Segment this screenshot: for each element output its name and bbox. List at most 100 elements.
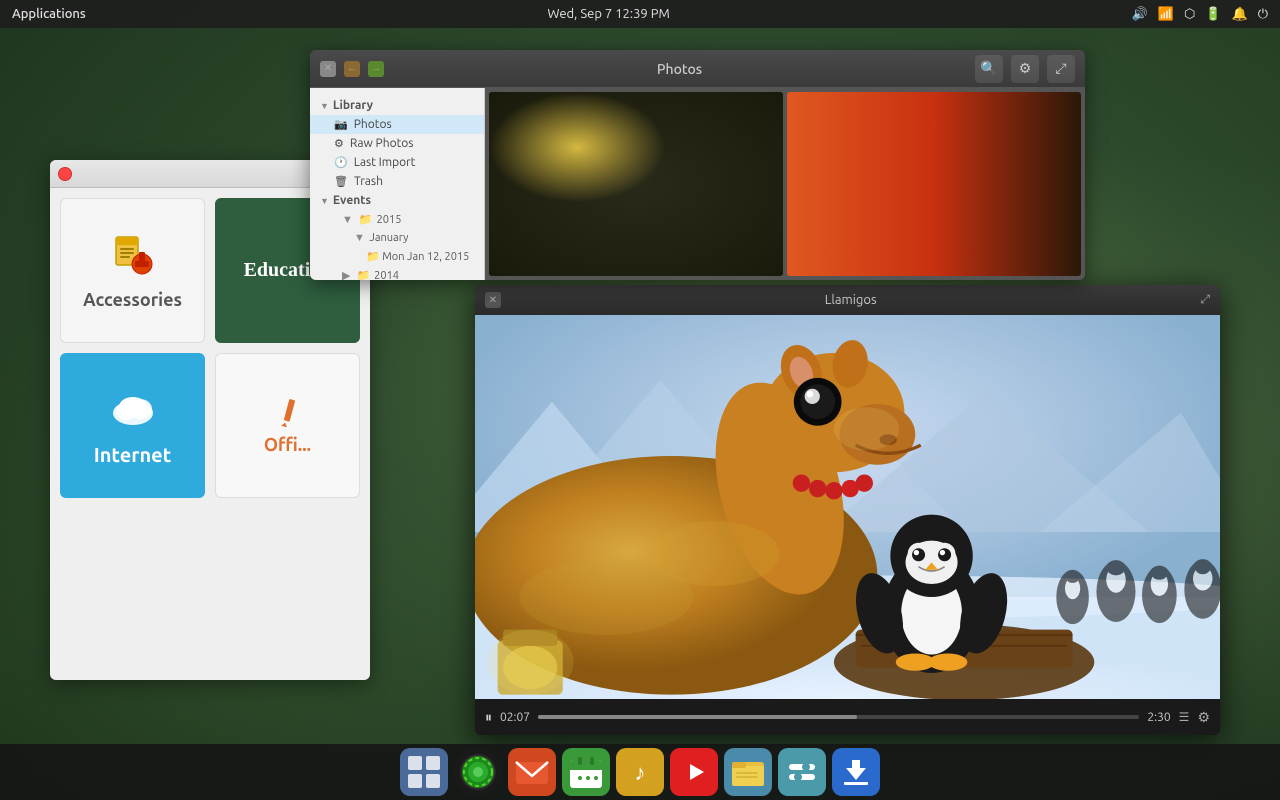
taskbar: ♪ [0,744,1280,800]
events-label: Events [333,194,371,207]
photos-sidebar: ▼ Library 📷 Photos ⚙ Raw Photos 🕐 Last I… [310,88,485,280]
video-window: ✕ Llamigos ⤢ [475,285,1220,735]
app-menu-close-button[interactable] [58,167,72,181]
sidebar-tree-january[interactable]: ▼ January [310,229,484,247]
battery-icon[interactable]: 🔋 [1205,7,1221,22]
library-chevron-icon: ▼ [320,101,329,111]
tree-label-january: January [369,232,408,244]
photos-window: ✕ ← → Photos 🔍 ⚙ ⤢ ▼ Library 📷 Photos ⚙ … [310,50,1085,280]
photos-titlebar-buttons: ✕ ← → [320,61,384,77]
tree-jan-arrow: ▼ [354,232,365,244]
photos-search-button[interactable]: 🔍 [975,55,1003,83]
video-pause-button[interactable]: ⏸ [485,709,492,726]
video-title: Llamigos [825,293,877,307]
app-tile-internet[interactable]: Internet [60,353,205,498]
notification-icon[interactable]: 🔔 [1232,7,1248,22]
tree-icon-jan12: 📁 [366,251,380,263]
settings-toggle-icon [784,754,820,790]
files-icon [730,754,766,790]
video-content [475,315,1220,699]
sidebar-trash-label: Trash [354,175,383,188]
dock-item-browser[interactable] [454,748,502,796]
sidebar-tree-2014[interactable]: ▶ 📁 2014 [310,266,484,280]
topbar-datetime: Wed, Sep 7 12:39 PM [548,7,670,21]
video-scene [475,315,1220,699]
tree-label-2014: 2014 [374,270,399,281]
video-time-total: 2:30 [1147,711,1170,724]
sidebar-library-header[interactable]: ▼ Library [310,96,484,115]
sidebar-events-header[interactable]: ▼ Events [310,191,484,210]
dock-item-music[interactable]: ♪ [616,748,664,796]
photos-title: Photos [657,61,702,77]
internet-cloud-icon [108,385,158,435]
video-icon [676,754,712,790]
dock-item-calendar[interactable] [562,748,610,796]
dock-item-mail[interactable] [508,748,556,796]
topbar: Applications Wed, Sep 7 12:39 PM 🔊 📶 ⬡ 🔋… [0,0,1280,28]
photo-thumb-bike[interactable] [787,92,1081,276]
accessories-icon [108,232,158,282]
library-label: Library [333,99,373,112]
tree-icon-2014: 📁 [356,269,370,280]
sidebar-last-import-label: Last Import [354,156,416,169]
sidebar-item-last-import[interactable]: 🕐 Last Import [310,153,484,172]
tree-2015-arrow: ▼ [342,214,353,226]
dock-item-window-switcher[interactable] [400,748,448,796]
last-import-icon: 🕐 [334,156,348,169]
photos-back-button[interactable]: ← [344,61,360,77]
sidebar-tree-jan12[interactable]: 📁 Mon Jan 12, 2015 [310,247,484,266]
flowers-image [489,92,783,276]
tree-icon-2015: 📁 [359,213,373,226]
office-label: Offi... [264,435,311,455]
tree-label-jan12: Mon Jan 12, 2015 [382,251,469,263]
photos-close-button[interactable]: ✕ [320,61,336,77]
photo-thumb-flowers[interactable] [489,92,783,276]
internet-label: Internet [94,443,172,466]
volume-icon[interactable]: 🔊 [1132,7,1148,22]
wifi-icon[interactable]: 📶 [1158,7,1174,22]
photos-titlebar-actions: 🔍 ⚙ ⤢ [975,55,1075,83]
photos-fullscreen-button[interactable]: ⤢ [1047,55,1075,83]
video-expand-button[interactable]: ⤢ [1200,293,1210,307]
events-chevron-icon: ▼ [320,196,329,206]
photos-titlebar: ✕ ← → Photos 🔍 ⚙ ⤢ [310,50,1085,88]
bluetooth-icon[interactable]: ⬡ [1184,7,1195,22]
office-pencil-icon [273,397,303,427]
svg-text:♪: ♪ [635,760,646,785]
trash-icon: 🗑 [334,175,348,188]
photos-body: ▼ Library 📷 Photos ⚙ Raw Photos 🕐 Last I… [310,88,1085,280]
video-controls: ⏸ 02:07 2:30 ☰ ⚙ [475,699,1220,735]
video-volume-icon[interactable]: ☰ [1179,710,1190,724]
video-titlebar: ✕ Llamigos ⤢ [475,285,1220,315]
photos-item-icon: 📷 [334,118,348,131]
app-tile-accessories[interactable]: Accessories [60,198,205,343]
sidebar-item-trash[interactable]: 🗑 Trash [310,172,484,191]
download-icon [838,754,874,790]
dock-item-download[interactable] [832,748,880,796]
photos-settings-button[interactable]: ⚙ [1011,55,1039,83]
bike-image [787,92,1081,276]
applications-menu-label[interactable]: Applications [12,7,86,21]
tree-label-2015: 2015 [377,214,402,226]
sidebar-item-raw-photos[interactable]: ⚙ Raw Photos [310,134,484,153]
sidebar-photos-label: Photos [354,118,392,131]
dock-item-settings[interactable] [778,748,826,796]
photos-forward-button[interactable]: → [368,61,384,77]
power-icon[interactable]: ⏻ [1258,7,1268,22]
dock-item-files[interactable] [724,748,772,796]
sidebar-tree-2015[interactable]: ▼ 📁 2015 [310,210,484,229]
accessories-label: Accessories [83,290,182,310]
window-switcher-icon [406,754,442,790]
raw-photos-icon: ⚙ [334,137,344,150]
tree-2014-arrow: ▶ [342,269,350,280]
dock-item-video[interactable] [670,748,718,796]
video-settings-icon[interactable]: ⚙ [1197,709,1210,726]
video-progress-fill [538,715,857,719]
sidebar-raw-label: Raw Photos [350,137,414,150]
video-progress-bar[interactable] [538,715,1139,719]
sidebar-item-photos[interactable]: 📷 Photos [310,115,484,134]
calendar-icon [568,754,604,790]
browser-icon [458,752,498,792]
app-tile-office[interactable]: Offi... [215,353,360,498]
video-close-button[interactable]: ✕ [485,292,501,308]
